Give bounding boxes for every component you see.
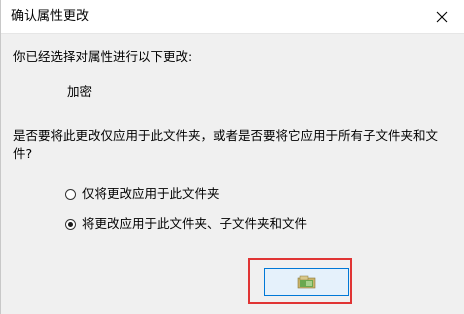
radio-button-checked[interactable] [65, 218, 76, 230]
apply-scope-question: 是否要将此更改仅应用于此文件夹，或者是否要将它应用于所有子文件夹和文件? [13, 128, 439, 161]
dialog-title: 确认属性更改 [11, 9, 90, 24]
intro-text: 你已经选择对属性进行以下更改: [13, 49, 193, 64]
radio-label-folder-only: 仅将更改应用于此文件夹 [82, 186, 220, 201]
ok-button[interactable] [264, 268, 349, 296]
attribute-change-text: 加密 [67, 84, 93, 99]
radio-button-unchecked[interactable] [65, 188, 76, 200]
close-button[interactable] [427, 4, 457, 30]
screen: 确认属性更改 你已经选择对属性进行以下更改: 加密 是否要将此更改仅应用于此文件… [0, 0, 464, 314]
radio-apply-all[interactable]: 将更改应用于此文件夹、子文件夹和文件 [65, 215, 307, 233]
radio-label-apply-all: 将更改应用于此文件夹、子文件夹和文件 [82, 216, 308, 231]
close-icon [436, 11, 448, 23]
confirm-attribute-changes-dialog: 确认属性更改 你已经选择对属性进行以下更改: 加密 是否要将此更改仅应用于此文件… [0, 0, 464, 314]
ok-button-label [265, 269, 266, 270]
radio-apply-folder-only[interactable]: 仅将更改应用于此文件夹 [65, 185, 220, 203]
folder-icon [297, 275, 315, 289]
dialog-titlebar: 确认属性更改 [1, 0, 464, 34]
